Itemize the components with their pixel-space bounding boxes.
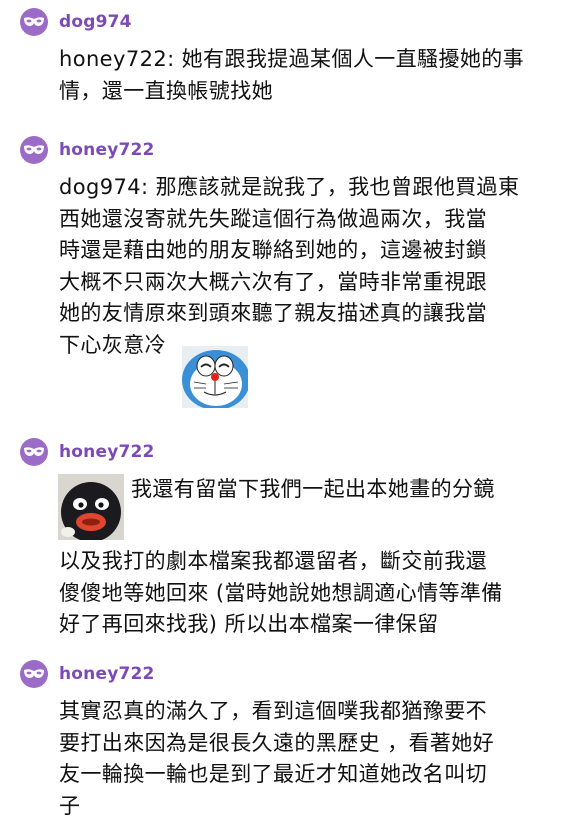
post-text-inline: 我還有留當下我們一起出本她畫的分鏡 xyxy=(131,474,576,506)
post-text: 其實忍真的滿久了，看到這個噗我都猶豫要不 要打出來因為是很長久遠的黑歷史 ，看著… xyxy=(59,696,559,822)
mask-icon[interactable] xyxy=(20,660,48,688)
text-line: 下心灰意冷 xyxy=(59,332,166,357)
username[interactable]: honey722 xyxy=(59,664,155,684)
text-line: 子 xyxy=(59,793,81,818)
text-line: 我還有留當下我們一起出本她畫的分鏡 xyxy=(131,477,495,501)
text-line: honey722: 她有跟我提過某個人一直騷擾她的事 xyxy=(59,47,525,71)
text-line: 以及我打的劇本檔案我都還留者，斷交前我還 xyxy=(59,549,487,573)
mask-icon[interactable] xyxy=(20,438,48,466)
doraemon-sticker[interactable] xyxy=(182,346,250,410)
text-line: 其實忍真的滿久了，看到這個噗我都猶豫要不 xyxy=(59,699,487,723)
text-line: 西她還沒寄就先失蹤這個行為做過兩次，我當 xyxy=(59,206,487,231)
post-header: honey722 xyxy=(20,658,155,690)
text-line: dog974: 那應該就是說我了，我也曾跟他買過東 xyxy=(59,175,520,199)
post-header: honey722 xyxy=(20,436,155,468)
text-line: 傻傻地等她回來 (當時她說她想調適心情等準備 xyxy=(59,580,503,605)
text-line: 要打出來因為是很長久遠的黑歷史 ，看著她好 xyxy=(59,730,495,755)
post-text: dog974: 那應該就是說我了，我也曾跟他買過東 西她還沒寄就先失蹤這個行為做… xyxy=(59,172,559,361)
username[interactable]: dog974 xyxy=(59,12,132,32)
text-line: 好了再回來找我) 所以出本檔案一律保留 xyxy=(59,612,439,636)
penguin-sticker[interactable] xyxy=(58,474,124,542)
text-line: 時還是藉由她的朋友聯絡到她的，這邊被封鎖 xyxy=(59,238,487,262)
post-header: honey722 xyxy=(20,134,155,166)
text-line: 她的友情原來到頭來聽了親友描述真的讓我當 xyxy=(59,301,487,325)
username[interactable]: honey722 xyxy=(59,140,155,160)
username[interactable]: honey722 xyxy=(59,442,155,462)
text-line: 大概不只兩次大概六次有了，當時非常重視跟 xyxy=(59,269,487,294)
post-text: honey722: 她有跟我提過某個人一直騷擾她的事 情，還一直換帳號找她 xyxy=(59,44,559,107)
mask-icon[interactable] xyxy=(20,136,48,164)
text-line: 友一輪換一輪也是到了最近才知道她改名叫切 xyxy=(59,762,487,786)
text-line: 情，還一直換帳號找她 xyxy=(59,78,273,103)
post-header: dog974 xyxy=(20,6,132,38)
post-text: 以及我打的劇本檔案我都還留者，斷交前我還 傻傻地等她回來 (當時她說她想調適心情… xyxy=(59,546,559,641)
mask-icon[interactable] xyxy=(20,8,48,36)
